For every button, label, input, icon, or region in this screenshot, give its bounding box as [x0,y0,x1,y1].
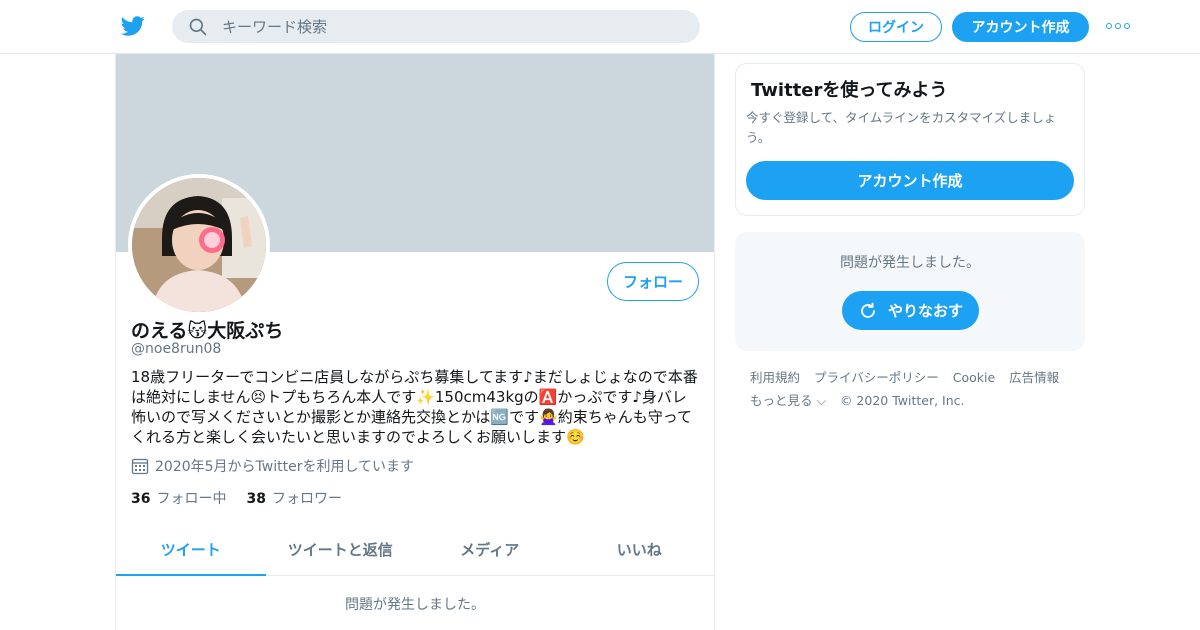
avatar-photo [132,178,266,312]
top-navigation-bar: ログイン アカウント作成 [0,0,1200,54]
profile-tabs: ツイート ツイートと返信 メディア いいね [116,524,714,576]
retry-label: やりなおす [887,302,963,320]
avatar[interactable] [128,174,270,316]
follow-button[interactable]: フォロー [607,262,699,301]
tab-tweets[interactable]: ツイート [116,524,266,576]
timeline-error-message: 問題が発生しました。 [345,597,485,613]
footer-link-more[interactable]: もっと見る ⌵ [750,393,826,408]
twitter-bird-logo-icon[interactable] [120,14,146,38]
error-card: 問題が発生しました。 やりなおす [735,232,1085,351]
footer-link-ads-info[interactable]: 広告情報 [1009,370,1059,385]
follow-stats: 36 フォロー中 38 フォロワー [131,488,342,508]
error-card-message: 問題が発生しました。 [840,255,980,271]
tab-likes[interactable]: いいね [565,524,715,575]
footer-link-terms[interactable]: 利用規約 [750,370,800,385]
refresh-icon [861,302,875,318]
tab-media[interactable]: メディア [415,524,565,575]
more-options-icon[interactable] [1106,23,1130,31]
footer-link-cookie[interactable]: Cookie [953,370,995,385]
signup-button[interactable]: アカウント作成 [952,12,1089,42]
profile-display-name: のえる😽大阪ぷち [131,320,284,342]
followers-count: 38 [246,491,266,507]
profile-bio: 18歳フリーターでコンビニ店員しながらぷち募集してます♪まだしょじょなので本番は… [131,368,698,446]
search-box[interactable] [172,10,700,43]
joined-date: 2020年5月からTwitterを利用しています [131,456,414,476]
profile-handle[interactable]: @noe8run08 [131,341,221,357]
search-icon [189,18,207,35]
footer-copyright: © 2020 Twitter, Inc. [839,393,965,408]
following-count: 36 [131,491,151,507]
footer-link-privacy[interactable]: プライバシーポリシー [814,370,939,385]
login-button[interactable]: ログイン [850,12,942,42]
following-label: フォロー中 [156,491,227,507]
joined-text: 2020年5月からTwitterを利用しています [155,459,415,475]
following-stat[interactable]: 36 フォロー中 [131,488,226,508]
retry-button[interactable]: やりなおす [842,291,979,330]
signup-card: Twitterを使ってみよう 今すぐ登録して、タイムラインをカスタマイズしましょ… [735,63,1085,216]
signup-card-description: 今すぐ登録して、タイムラインをカスタマイズしましょう。 [746,110,1057,145]
tab-tweets-and-replies[interactable]: ツイートと返信 [266,524,416,575]
footer-links: 利用規約 プライバシーポリシー Cookie 広告情報 もっと見る ⌵ © 20… [750,366,1080,412]
signup-card-title: Twitterを使ってみよう [751,80,948,101]
search-input[interactable] [222,17,662,36]
calendar-icon [131,458,149,475]
profile-column: フォロー のえる😽大阪ぷち @noe8run08 18歳フリーターでコンビニ店員… [115,54,715,630]
signup-card-button[interactable]: アカウント作成 [746,161,1074,200]
followers-label: フォロワー [271,491,342,507]
followers-stat[interactable]: 38 フォロワー [246,488,341,508]
